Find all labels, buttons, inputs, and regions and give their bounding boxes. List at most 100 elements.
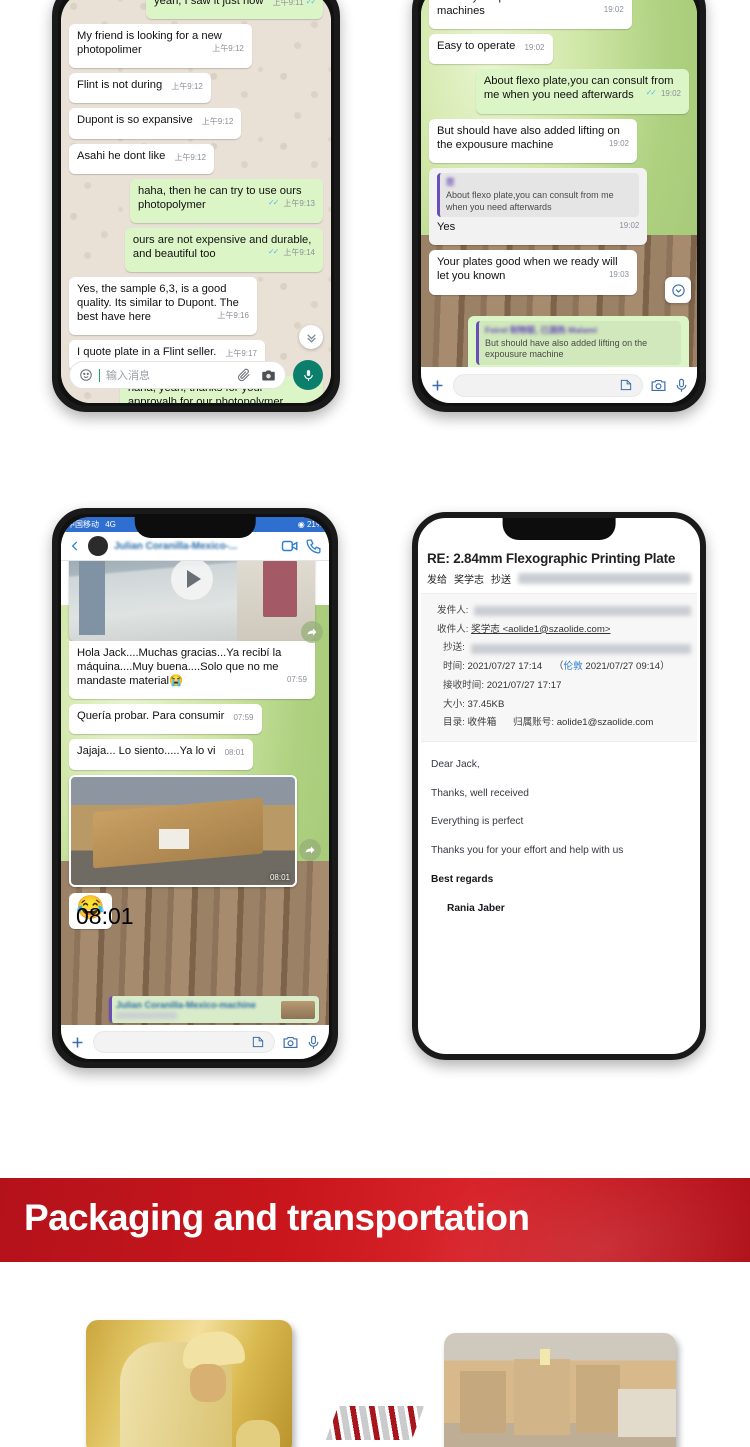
voice-record-button[interactable] [293,360,323,390]
battery-icon: ◉ [297,520,305,529]
message-row: Your plates good when we ready will let … [429,250,689,299]
chat-bubble-incoming[interactable]: Your plates good when we ready will let … [429,250,637,295]
meta-value: 奖学志 <aolide1@szaolide.com> [471,623,611,635]
chat-bubble-incoming[interactable]: But very simple as we have smaller machi… [429,0,632,30]
bubble-text: Hola Jack....Muchas gracias...Ya recibí … [77,647,282,688]
meta-row-folder: 目录: 收件箱 归属账号: aolide1@szaolide.com [437,714,691,733]
bubble-time: 08:01 [224,748,245,758]
phone-notch [502,518,616,540]
chat-bubble-outgoing[interactable]: yeah, I saw it just now 上午9:11 ✓✓ [146,0,323,20]
decorative-stripes [325,1406,425,1440]
banner-title: Packaging and transportation [24,1197,530,1238]
quoted-message: Feirel 制物联, 已测热 Malami But should have a… [476,320,681,365]
back-chevron-icon[interactable] [68,539,82,553]
chat-bubble-incoming[interactable]: Quería probar. Para consumir 07:59 [69,704,262,735]
camera-icon[interactable] [282,1034,299,1051]
recipient-name[interactable]: 奖学志 [454,571,484,586]
message-row: Quería probar. Para consumir 07:59 [69,704,321,739]
bubble-text: Yes [437,221,456,234]
chat-scroll-area[interactable]: Hola Jack....Muchas gracias...Ya recibí … [61,517,329,1059]
message-input-field[interactable]: 输入消息 [69,361,286,389]
bubble-time: 19:02 [608,138,629,148]
phone-mockup-chat-spanish: 中国移动 4G ◉ 21% Julian Coranilla-Mexico-..… [52,508,338,1068]
meta-timezone-link[interactable]: 伦敦 [564,661,583,672]
status-carrier: 中国移动 4G [67,519,116,530]
message-input-field[interactable] [453,373,643,397]
contact-name[interactable]: Julian Coranilla-Mexico-... [114,541,275,552]
reply-preview-card[interactable]: Julian Coranilla-Mexico-machine [109,996,319,1023]
chat-bubble-incoming[interactable]: Hola Jack....Muchas gracias...Ya recibí … [69,641,315,700]
message-row: Easy to operate 19:02 [429,34,689,69]
video-call-icon[interactable] [281,537,299,555]
emoji-message[interactable]: 😂 08:01 [69,892,134,929]
body-line: Dear Jack, [431,758,480,770]
chat-bubble-incoming[interactable]: Jajaja... Lo siento.....Ya lo vi 08:01 [69,739,253,770]
cc-value-blurred [518,573,691,584]
message-row: But should have also added lifting on th… [429,118,689,168]
chat-input-bar [61,1025,329,1059]
read-receipt-icon: ✓✓ [268,197,279,207]
chat-bubble-outgoing[interactable]: haha, then he can try to use ours photop… [129,178,323,223]
message-row: My friend is looking for a new photopoli… [69,24,323,73]
chat-bubble-incoming[interactable]: Yes, the sample 6,3, is a good quality. … [69,277,257,336]
chat-bubble-incoming-quoted[interactable]: 您 About flexo plate,you can consult from… [429,167,648,246]
image-message[interactable]: 08:01 [69,774,297,887]
paperclip-icon[interactable] [237,368,251,382]
chat-bubble-outgoing[interactable]: About flexo plate,you can consult from m… [475,69,689,114]
message-row: Yes, the sample 6,3, is a good quality. … [69,277,323,340]
message-list-flexo: But very simple as we have smaller machi… [421,0,697,403]
chat-bubble-incoming[interactable]: Easy to operate 19:02 [429,34,553,65]
phone-volume-button [52,124,53,164]
chat-bubble-incoming[interactable]: Dupont is so expansive 上午9:12 [69,108,242,139]
bubble-time: 上午9:14 [283,247,315,257]
message-row: haha, then he can try to use ours photop… [69,178,323,228]
message-list-spanish: Hola Jack....Muchas gracias...Ya recibí … [61,517,329,933]
plus-icon[interactable] [69,1034,86,1051]
emoji-icon[interactable] [79,368,93,382]
avatar[interactable] [88,536,108,556]
microphone-icon[interactable] [306,1035,321,1050]
preview-thumbnail [281,1000,315,1019]
carrier-label: 中国移动 [67,520,99,529]
message-row: Asahi he dont like 上午9:12 [69,143,323,179]
chat-bubble-incoming[interactable]: But should have also added lifting on th… [429,118,637,163]
plus-icon[interactable] [429,377,446,394]
media-time: 08:01 [269,872,290,882]
email-view[interactable]: RE: 2.84mm Flexographic Printing Plate 发… [421,521,697,1051]
bubble-text: Your plates good when we ready will let … [437,256,618,283]
phone-side-button [412,82,413,106]
message-row: 您 About flexo plate,you can consult from… [429,167,689,251]
phone-power-button [705,106,706,158]
chat-bubble-incoming[interactable]: Asahi he dont like 上午9:12 [69,143,215,174]
bubble-time: 19:02 [619,221,640,231]
phone-power-button [339,108,340,160]
bubble-text: Flint is not during [77,79,163,92]
bubble-time: 07:59 [233,713,254,723]
camera-icon[interactable] [261,368,276,383]
body-signature: Rania Jaber [447,902,505,914]
chat-bubble-incoming[interactable]: Flint is not during 上午9:12 [69,73,211,104]
scroll-to-bottom-icon[interactable] [299,325,323,349]
play-icon[interactable] [171,558,213,600]
email-subject: RE: 2.84mm Flexographic Printing Plate [427,551,676,566]
chat-bubble-outgoing[interactable]: ours are not expensive and durable, and … [124,227,323,273]
meta-value-blurred [474,606,691,617]
camera-icon[interactable] [650,377,667,394]
sticker-icon[interactable] [251,1035,265,1049]
meta-extra-suffix: ） [660,661,670,673]
meta-extra-prefix: （ [553,661,564,673]
sticker-icon[interactable] [619,378,633,392]
email-body: Dear Jack, Thanks, well received Everyth… [421,742,697,916]
microphone-icon[interactable] [674,378,689,393]
phone-call-icon[interactable] [305,538,322,555]
chat-bubble-incoming[interactable]: My friend is looking for a new photopoli… [69,24,252,69]
quoted-sender: Feirel 制物联, 已测热 Malami [485,324,597,335]
message-input-field[interactable] [93,1031,275,1053]
forward-arrow-icon[interactable] [299,839,321,861]
bubble-text: But should have also added lifting on th… [437,124,620,151]
bubble-text: Yes, the sample 6,3, is a good quality. … [77,283,239,324]
phone-side-button [412,624,413,648]
bubble-text: yeah, I saw it just now [154,0,264,7]
forward-arrow-icon[interactable] [301,621,323,643]
scroll-to-bottom-icon[interactable] [665,277,691,303]
